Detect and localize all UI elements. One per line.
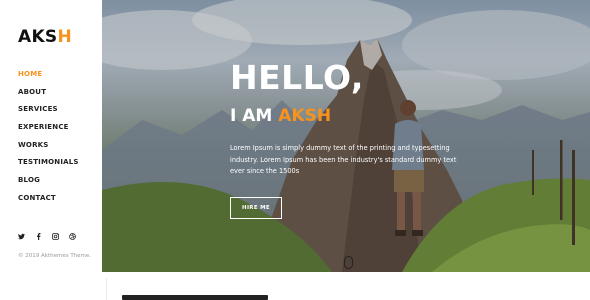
logo-accent: H [57,27,73,47]
section-divider [106,278,107,300]
hero-description: Lorem Ipsum is simply dummy text of the … [230,144,457,175]
nav-item-about[interactable]: ABOUT [18,87,79,105]
nav-item-blog[interactable]: BLOG [18,175,79,193]
scroll-down-icon[interactable] [344,256,353,269]
hero-intro-prefix: I AM [230,106,279,126]
nav-item-experience[interactable]: EXPERIENCE [18,122,79,140]
nav-item-works[interactable]: WORKS [18,140,79,158]
nav-item-testimonials[interactable]: TESTIMONIALS [18,157,79,175]
instagram-icon[interactable] [52,233,59,240]
dribbble-icon[interactable] [69,233,76,240]
facebook-icon[interactable] [35,233,42,240]
logo[interactable]: AKSH [18,27,72,47]
hero-intro: I AM AKSH [230,106,331,126]
main-nav: HOME ABOUT SERVICES EXPERIENCE WORKS TES… [18,69,79,211]
nav-item-contact[interactable]: CONTACT [18,193,79,211]
content-card-preview [122,295,268,300]
nav-item-services[interactable]: SERVICES [18,104,79,122]
twitter-icon[interactable] [18,233,25,240]
logo-text: AKS [18,27,58,47]
hero-background-image [102,0,590,272]
social-links [18,233,76,240]
nav-item-home[interactable]: HOME [18,69,79,87]
hire-me-button[interactable]: HIRE ME [230,197,282,219]
copyright: © 2019 Akthemes Theme. [18,253,92,259]
hero-intro-name: AKSH [278,106,332,126]
sidebar: AKSH HOME ABOUT SERVICES EXPERIENCE WORK… [0,0,102,300]
hero-greeting: HELLO, [230,58,364,97]
hero-section: HELLO, I AM AKSH Lorem Ipsum is simply d… [102,0,590,272]
